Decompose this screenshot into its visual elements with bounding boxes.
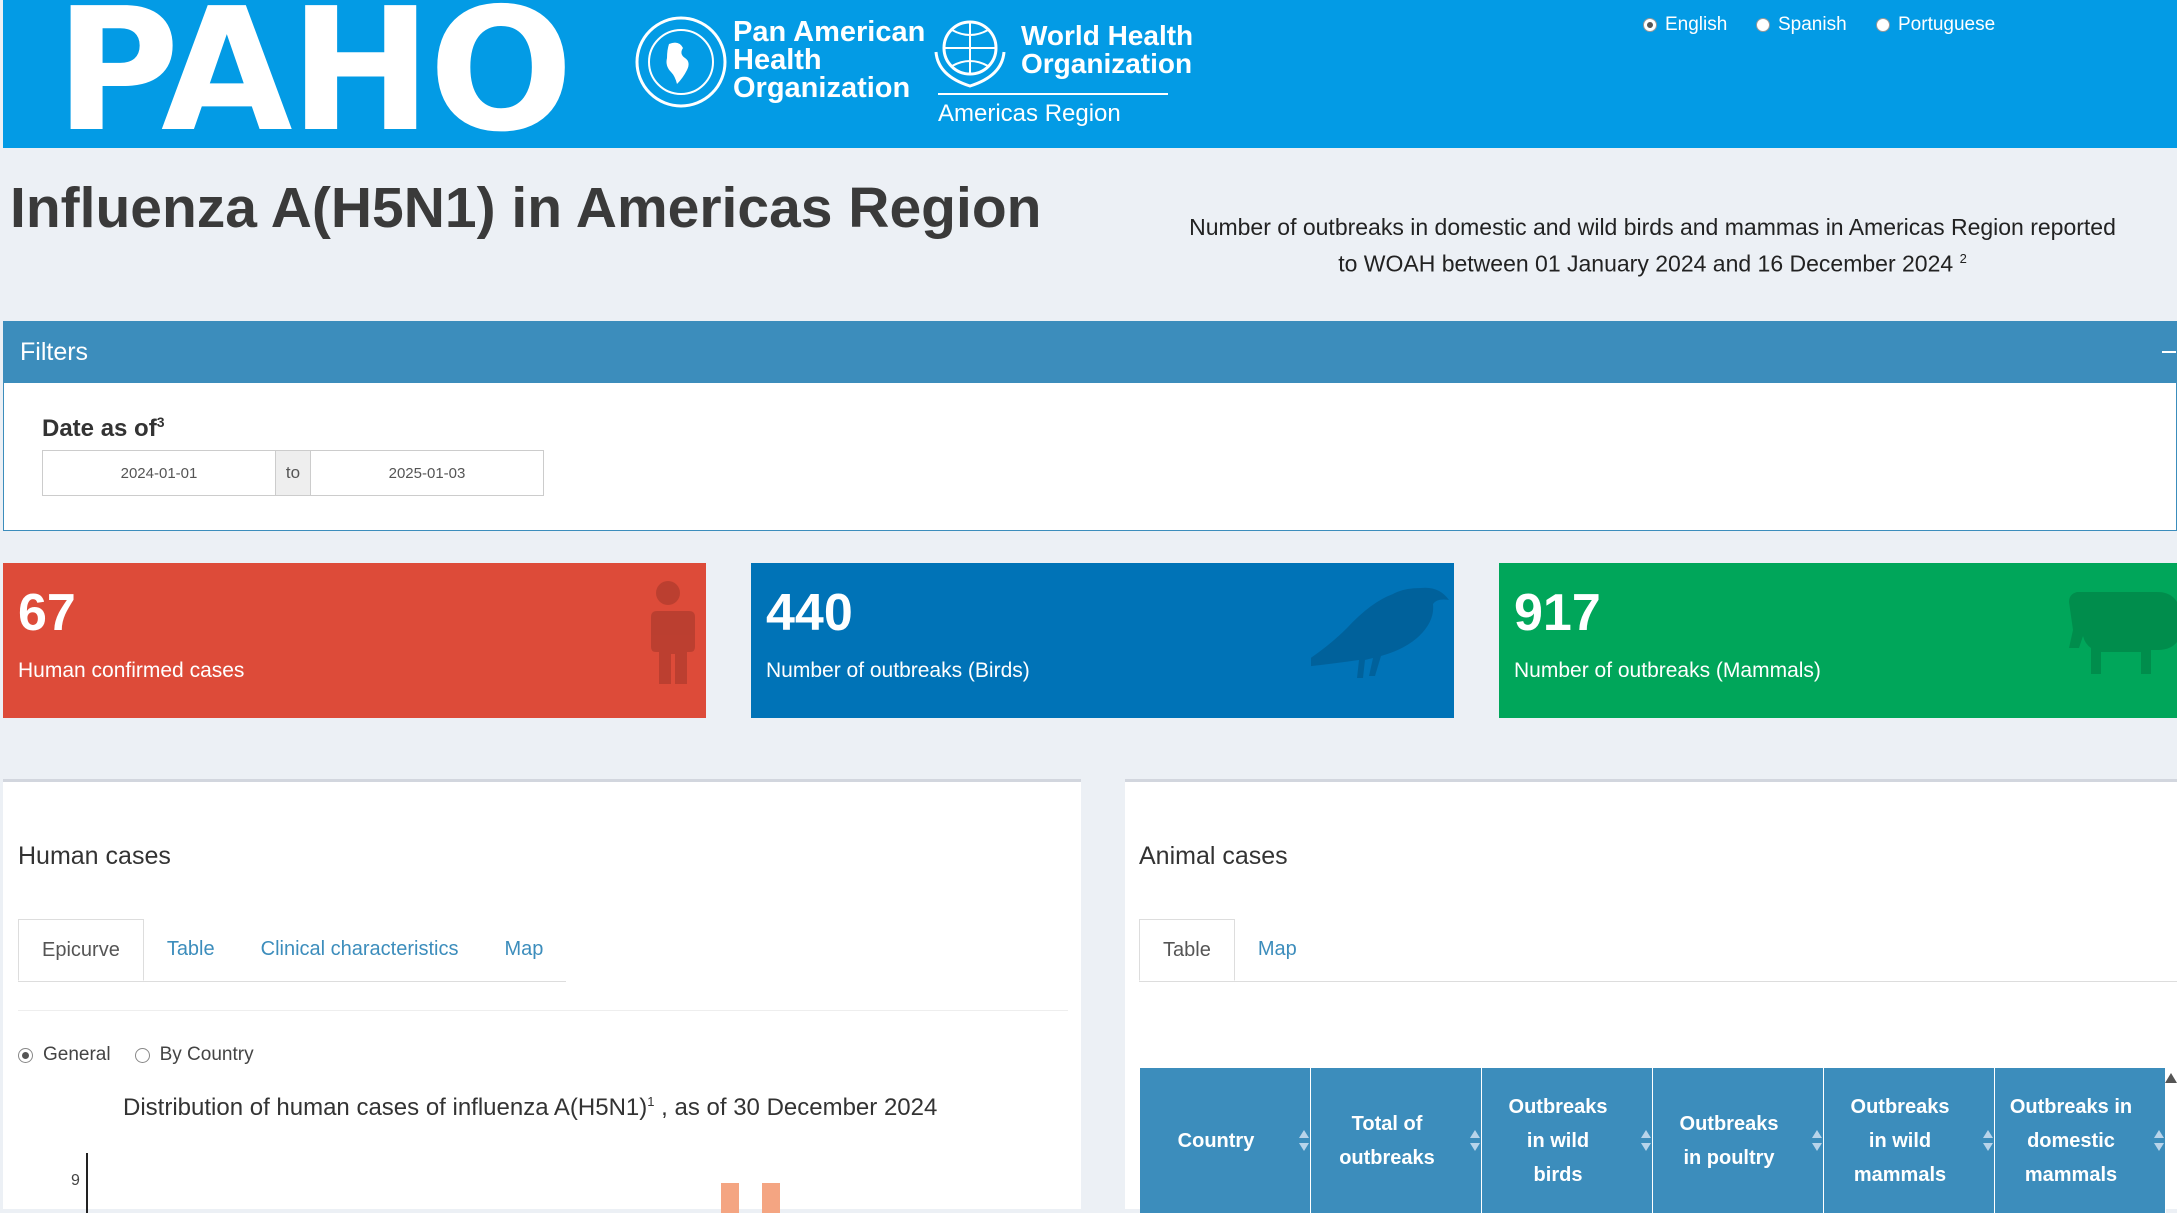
kpi-human-value: 67 [18,584,76,642]
lang-english-radio[interactable] [1643,18,1657,32]
kpi-bird-outbreaks: 440 Number of outbreaks (Birds) [751,563,1454,718]
date-label: Date as of3 [42,414,165,442]
kpi-mammal-outbreaks: 917 Number of outbreaks (Mammals) [1499,563,2177,718]
lang-spanish-label: Spanish [1778,14,1847,35]
cow-icon [2069,592,2177,674]
animal-table-header: Country Total of outbreaks Outbreaks in … [1140,1068,2166,1213]
col-wild-mammals[interactable]: Outbreaks in wild mammals [1824,1068,1995,1213]
epicurve-bar [762,1183,780,1213]
collapse-icon[interactable] [2162,351,2176,353]
y-axis-line [86,1153,88,1213]
scroll-up-icon[interactable] [2165,1073,2177,1083]
site-header: PAHO Pan American Health Organization Wo… [3,0,2177,156]
lang-english-label: English [1665,14,1728,35]
lang-spanish-radio[interactable] [1756,18,1770,32]
radio-general[interactable] [18,1047,33,1063]
lang-portuguese-radio[interactable] [1876,18,1890,32]
radio-by-country[interactable] [134,1047,150,1063]
bird-icon [1311,587,1449,678]
person-icon [647,581,695,684]
who-org-name: World Health Organization [1021,20,1194,79]
kpi-mammal-label: Number of outbreaks (Mammals) [1514,659,1821,682]
tab-animal-map[interactable]: Map [1235,919,1320,979]
animal-panel-title: Animal cases [1139,842,1288,870]
tab-content-divider [18,1010,1068,1011]
tab-epicurve[interactable]: Epicurve [18,919,144,981]
date-start-input[interactable] [43,451,275,495]
paho-logo-text: PAHO [55,0,573,170]
kpi-human-cases: 67 Human confirmed cases [3,563,706,718]
col-poultry[interactable]: Outbreaks in poultry [1653,1068,1824,1213]
kpi-bird-value: 440 [766,584,853,642]
filters-box: Filters Date as of3 to [3,321,2177,531]
kpi-bird-label: Number of outbreaks (Birds) [766,659,1030,682]
kpi-human-label: Human confirmed cases [18,659,245,682]
tab-animal-table[interactable]: Table [1139,919,1235,981]
who-emblem-icon [934,20,1006,88]
region-divider [938,93,1168,95]
epicurve-title: Distribution of human cases of influenza… [123,1094,938,1121]
epicurve-bar [721,1183,739,1213]
date-range: to [42,450,544,496]
tab-table[interactable]: Table [144,919,238,979]
lang-english[interactable]: English [1643,14,1727,36]
lang-portuguese-label: Portuguese [1898,14,1996,35]
region-label: Americas Region [938,100,1121,127]
human-panel-title: Human cases [18,842,171,870]
paho-org-name: Pan American Health Organization [733,16,926,104]
human-cases-panel: Human cases Epicurve Table Clinical char… [3,779,1081,1213]
y-tick-label: 9 [71,1172,80,1189]
col-total-outbreaks[interactable]: Total of outbreaks [1311,1068,1482,1213]
col-country[interactable]: Country [1140,1068,1311,1213]
tab-map[interactable]: Map [481,919,566,979]
tab-clinical-characteristics[interactable]: Clinical characteristics [238,919,482,979]
radio-general-label: General [43,1044,111,1065]
view-mode-radios: General By Country [18,1044,254,1066]
animal-tabs: Table Map [1139,919,2177,982]
col-wild-birds[interactable]: Outbreaks in wild birds [1482,1068,1653,1213]
filters-header[interactable]: Filters [4,322,2176,383]
lang-spanish[interactable]: Spanish [1756,14,1847,36]
animal-table-caption: Number of outbreaks in domestic and wild… [1189,214,2116,277]
date-separator: to [275,451,311,495]
radio-by-country-label: By Country [159,1044,254,1065]
lang-portuguese[interactable]: Portuguese [1876,14,1995,36]
kpi-mammal-value: 917 [1514,584,1601,642]
col-domestic-mammals[interactable]: Outbreaks in domestic mammals [1995,1068,2166,1213]
human-tabs: Epicurve Table Clinical characteristics … [18,919,567,982]
filters-title: Filters [20,338,89,366]
paho-emblem-icon [635,16,727,108]
date-end-input[interactable] [311,451,543,495]
page-title: Influenza A(H5N1) in Americas Region [10,176,1042,240]
